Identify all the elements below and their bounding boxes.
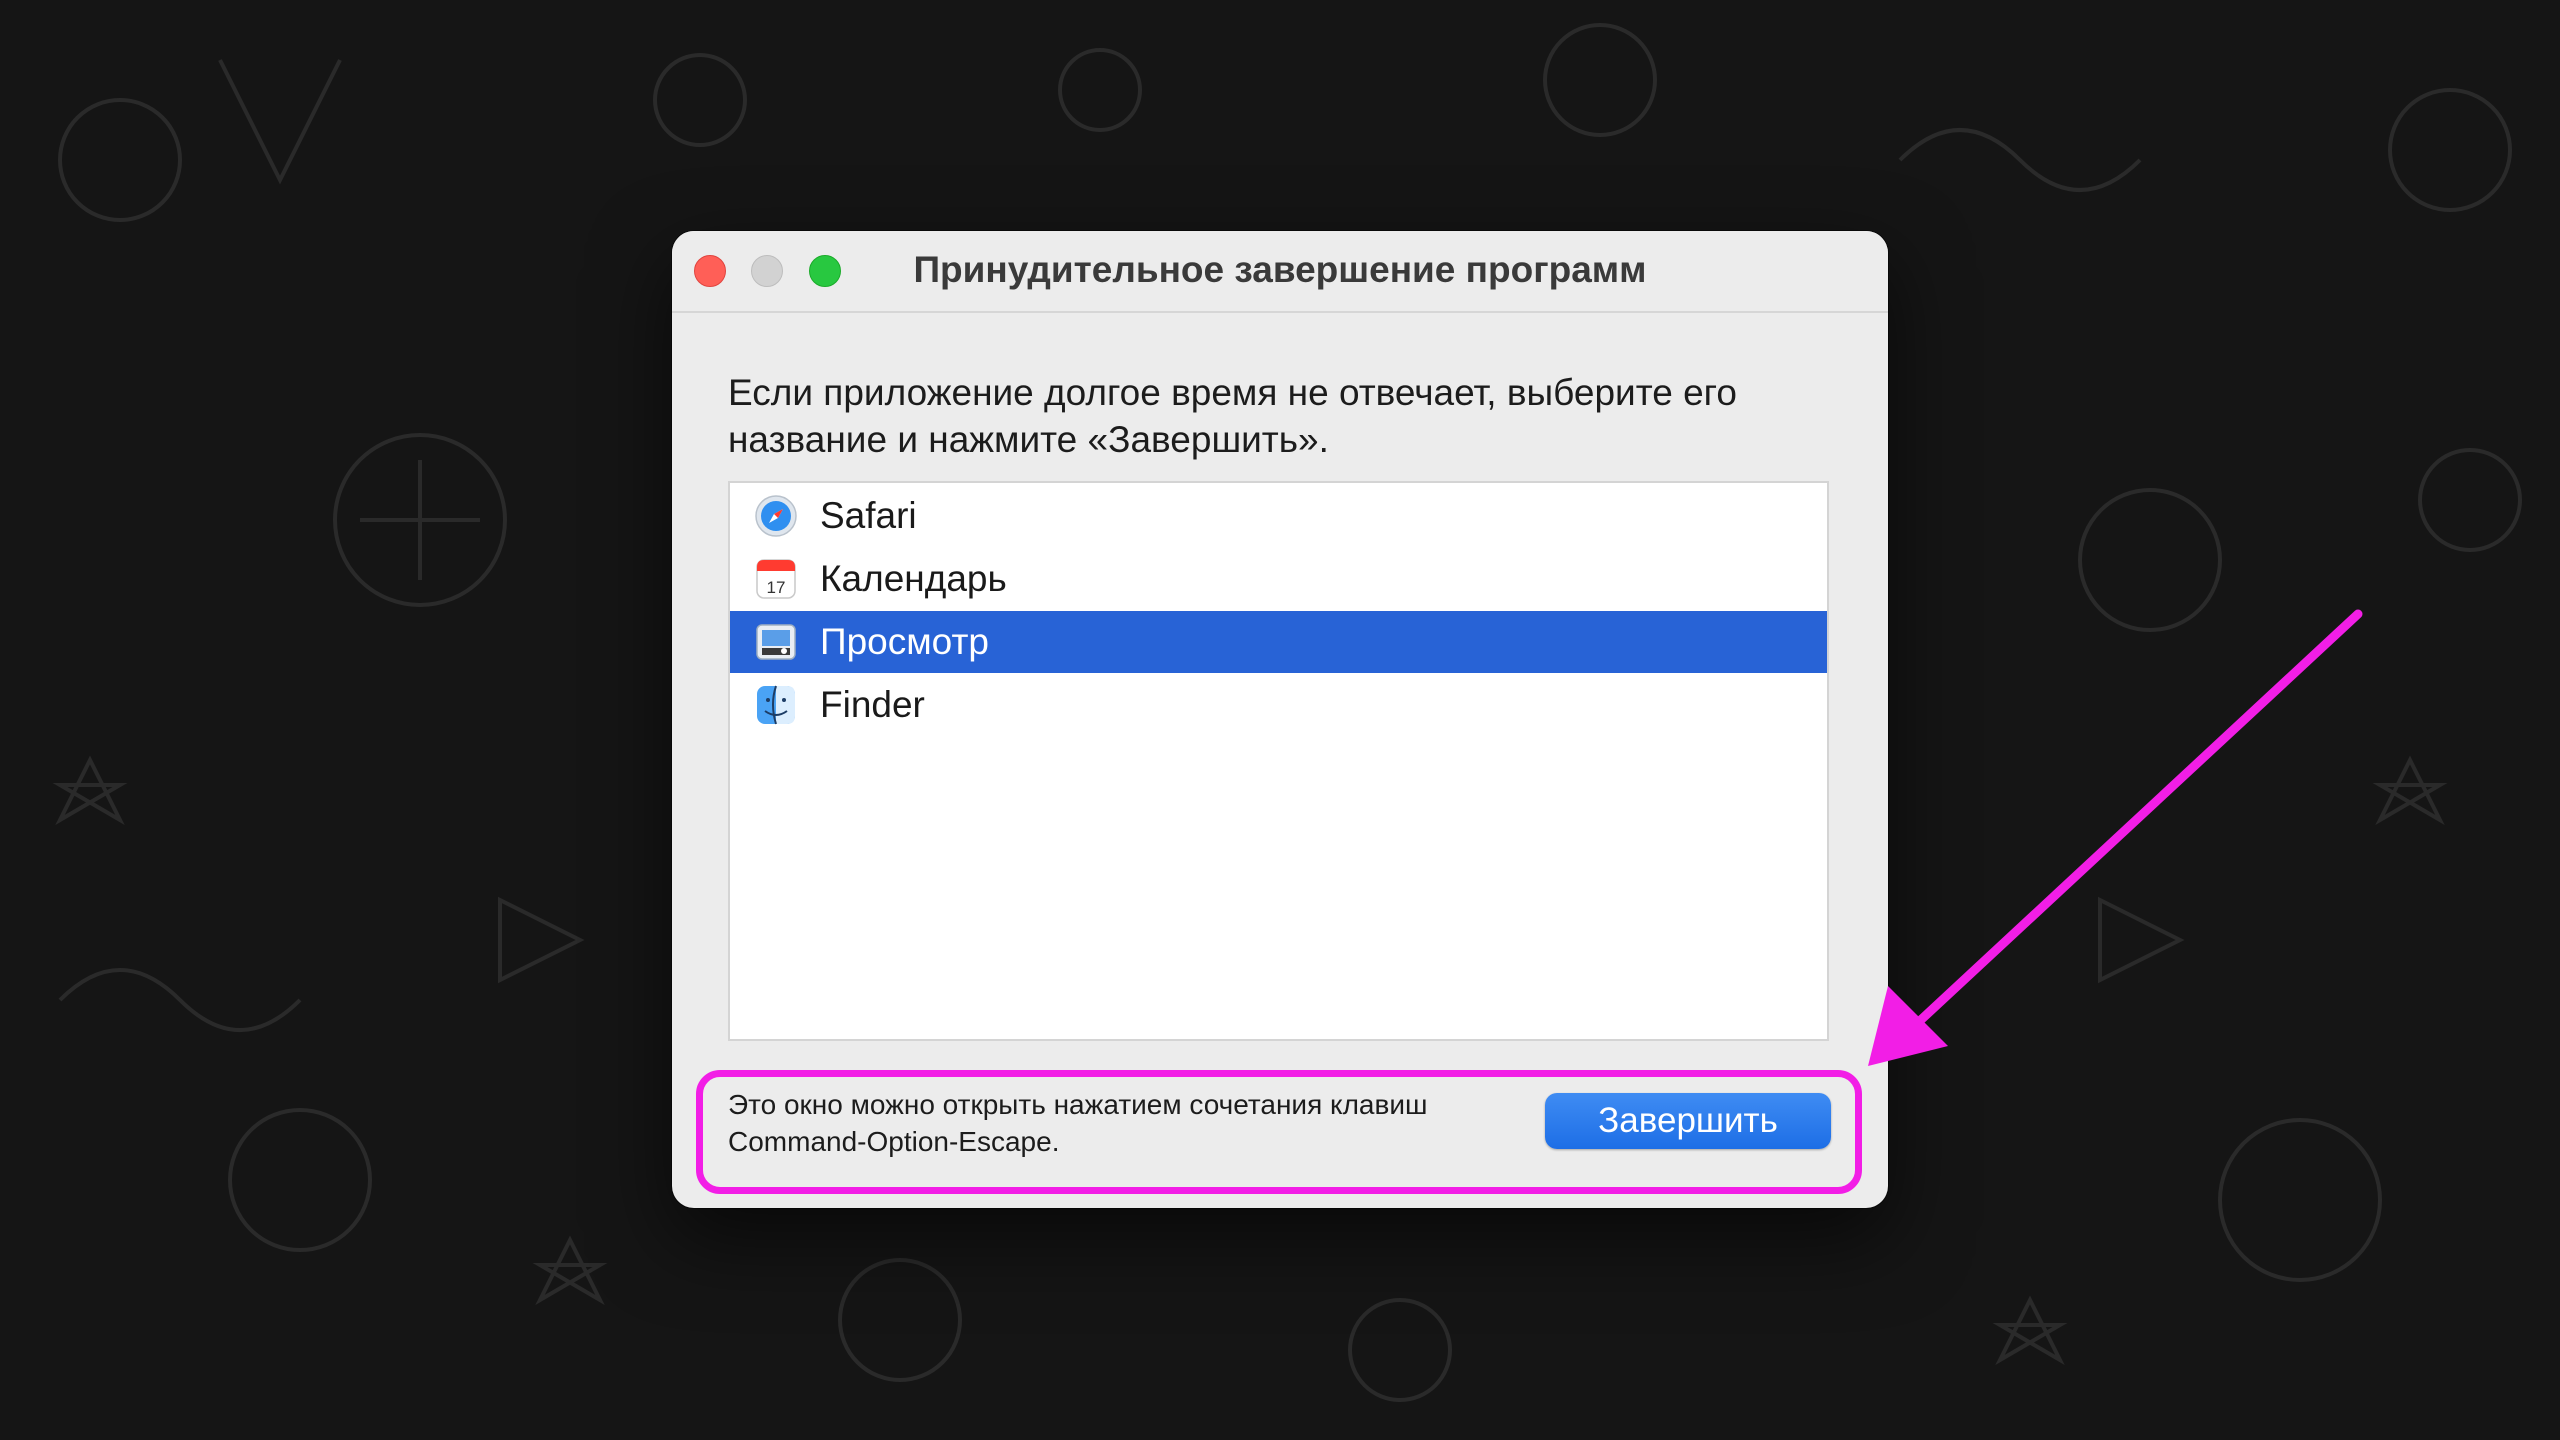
app-name: Просмотр: [820, 621, 989, 662]
list-item-finder[interactable]: Finder: [730, 674, 1827, 736]
window-title: Принудительное завершение программ: [913, 249, 1647, 290]
list-item-safari[interactable]: Safari: [730, 485, 1827, 547]
app-name: Finder: [820, 684, 925, 725]
safari-icon: [755, 495, 797, 537]
app-name: Safari: [820, 495, 917, 536]
preview-icon: [756, 624, 796, 660]
finder-icon: [757, 685, 795, 725]
title-bar: Принудительное завершение программ: [672, 231, 1888, 313]
svg-text:17: 17: [767, 578, 786, 597]
instructions-text: Если приложение долгое время не отвечает…: [728, 372, 1737, 460]
calendar-icon: 17: [756, 559, 796, 599]
annotation-highlight-box: [696, 1070, 1862, 1194]
force-quit-window: Принудительное завершение программ Если …: [672, 231, 1888, 1208]
app-list[interactable]: Safari 17 Календарь Просмотр Finder: [728, 481, 1829, 1041]
list-item-preview[interactable]: Просмотр: [730, 611, 1827, 673]
app-name: Календарь: [820, 558, 1007, 599]
list-item-calendar[interactable]: 17 Календарь: [730, 548, 1827, 610]
